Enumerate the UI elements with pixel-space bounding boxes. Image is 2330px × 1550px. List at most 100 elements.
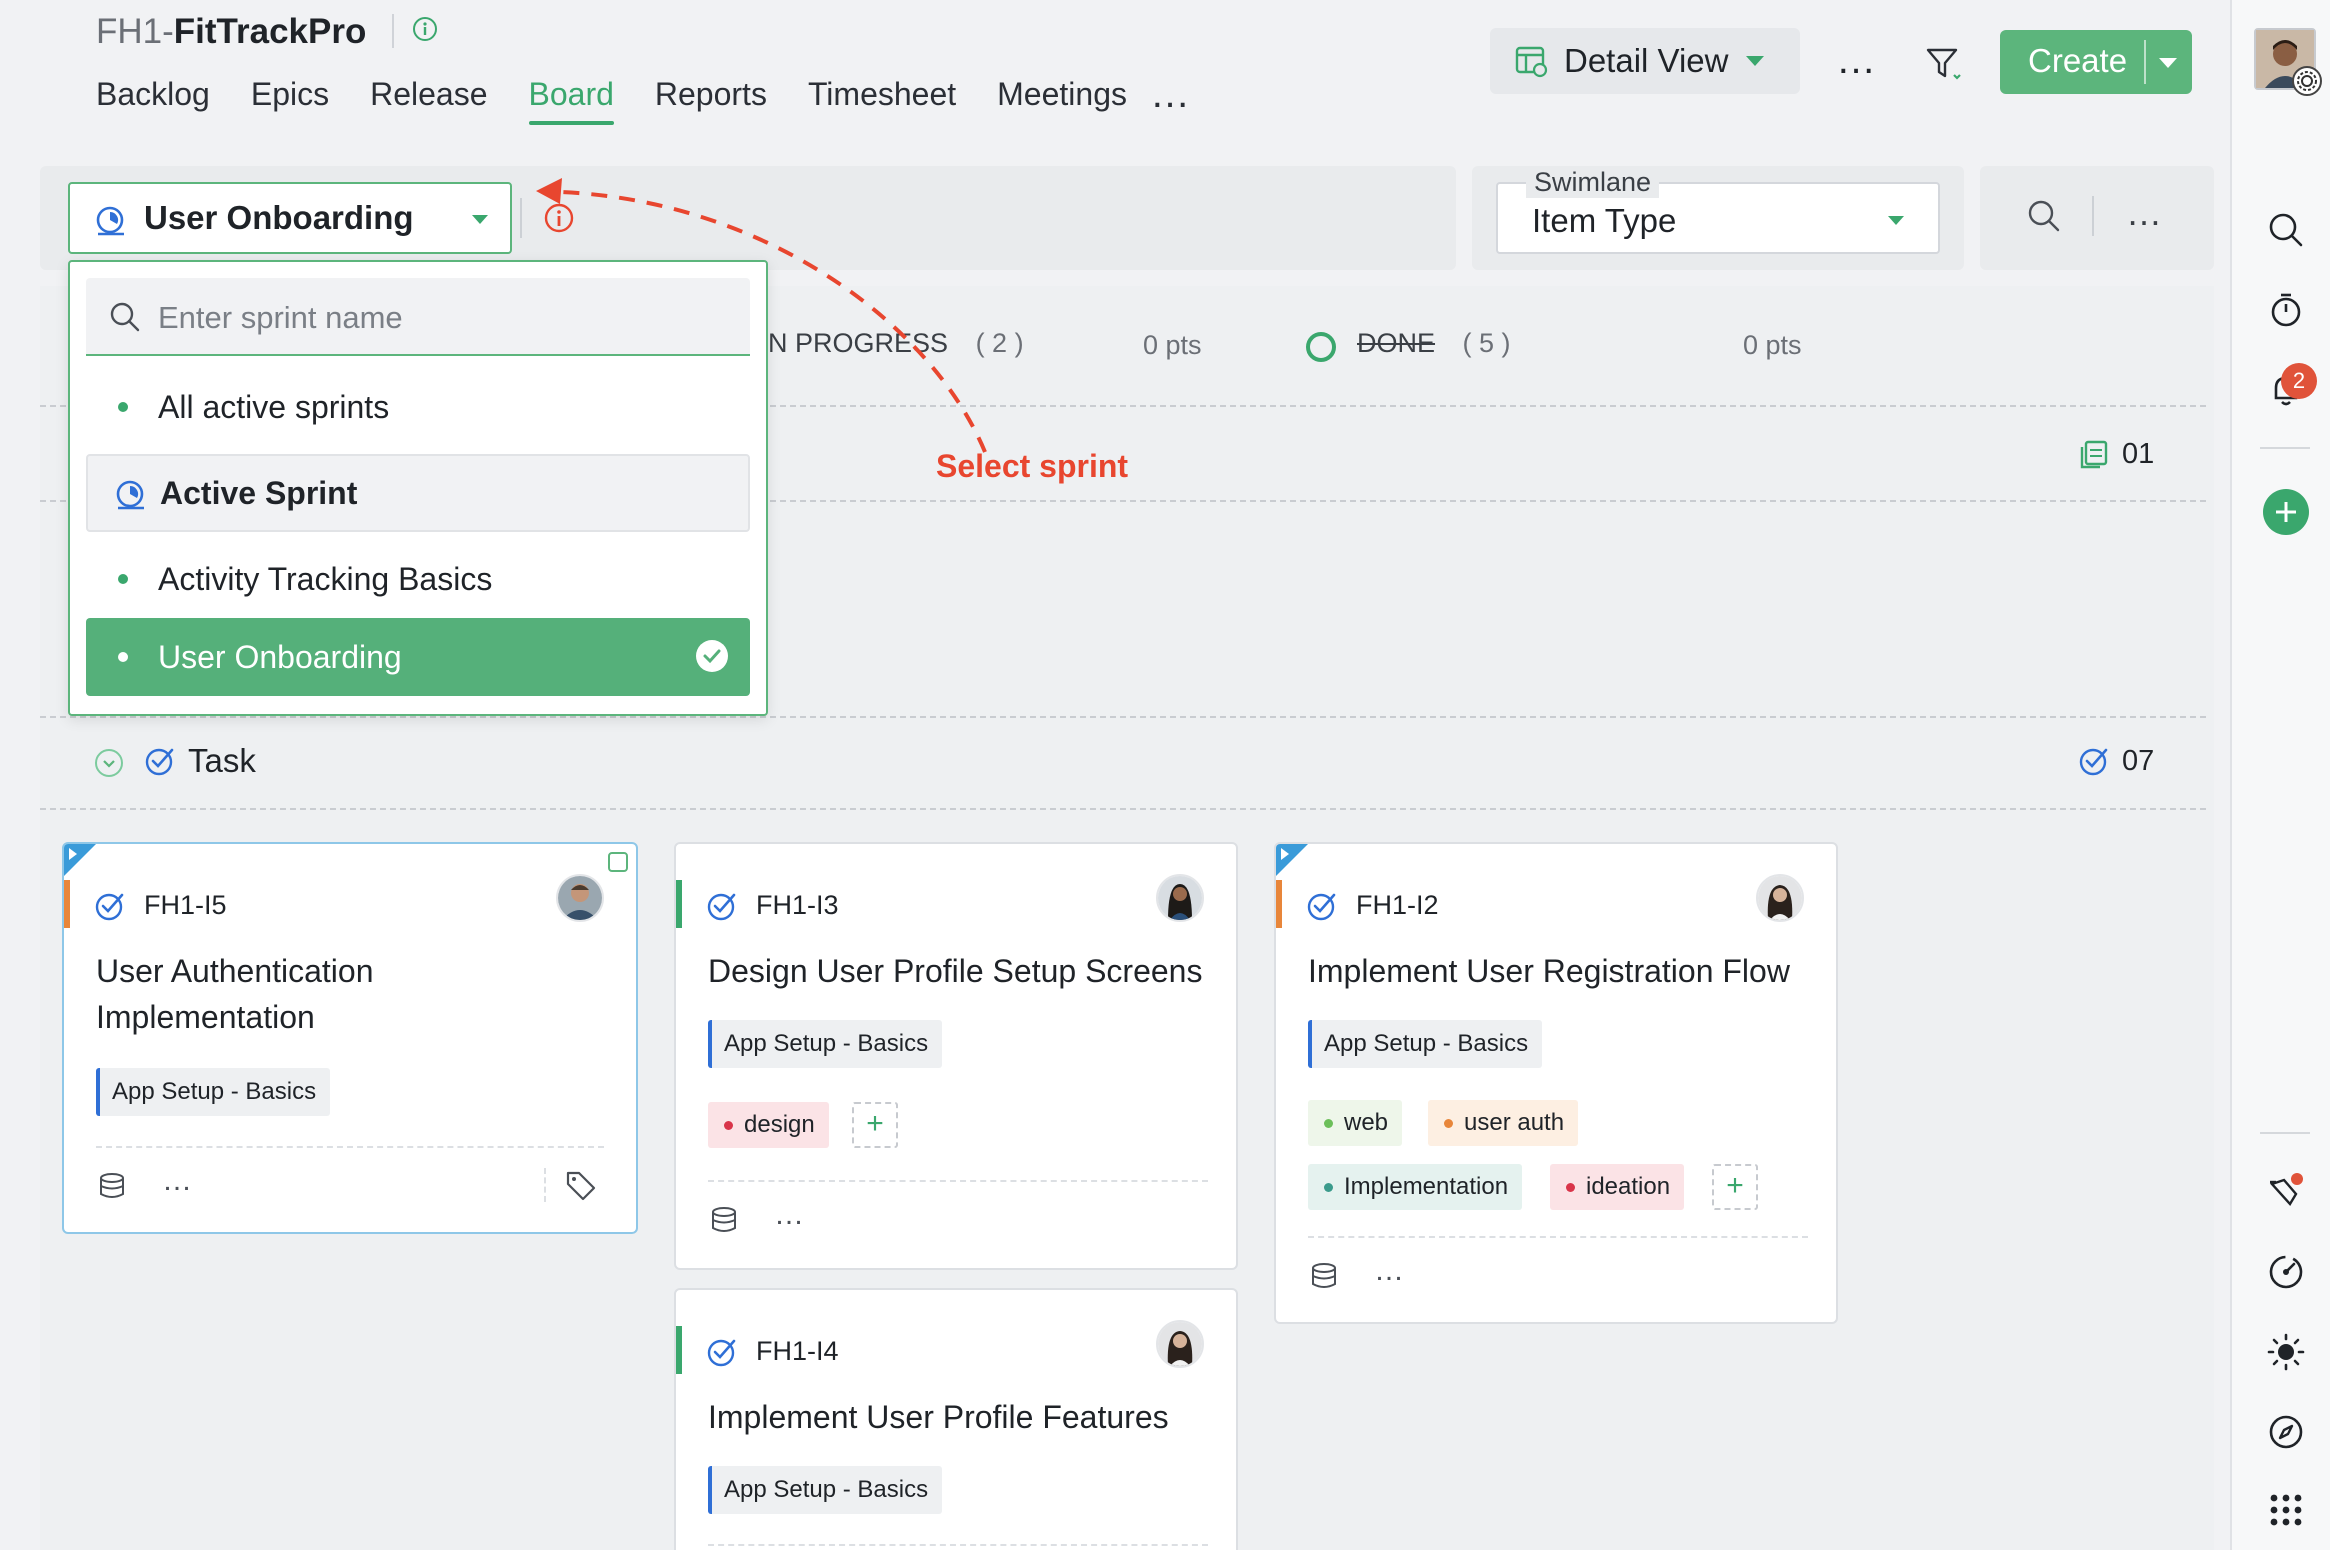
assignee-avatar[interactable] bbox=[1756, 874, 1804, 922]
database-icon[interactable] bbox=[96, 1170, 128, 1202]
notification-badge: 2 bbox=[2281, 363, 2317, 399]
sprint-search-input[interactable]: Enter sprint name bbox=[86, 278, 750, 356]
quick-add-button[interactable] bbox=[2263, 489, 2309, 535]
priority-stripe bbox=[1276, 880, 1282, 928]
nav-board[interactable]: Board bbox=[528, 70, 615, 125]
database-icon[interactable] bbox=[708, 1204, 740, 1236]
more-options-button[interactable]: … bbox=[1836, 36, 1876, 84]
add-label-button[interactable]: + bbox=[852, 1102, 898, 1148]
dashboard-gauge-icon[interactable] bbox=[2266, 1252, 2306, 1292]
lane-collapse-toggle[interactable] bbox=[95, 749, 123, 777]
label-chip[interactable]: ideation bbox=[1550, 1164, 1685, 1210]
nav-backlog[interactable]: Backlog bbox=[96, 70, 210, 122]
lane-title-task: Task bbox=[188, 742, 256, 779]
task-check-icon bbox=[707, 1339, 736, 1367]
card-title[interactable]: Implement User Profile Features bbox=[708, 1394, 1218, 1440]
label-chip[interactable]: Implementation bbox=[1308, 1164, 1523, 1210]
epic-chip[interactable]: App Setup - Basics bbox=[708, 1020, 943, 1068]
column-done-count: ( 5 ) bbox=[1462, 328, 1511, 358]
work-item-card[interactable]: FH1-I5 User Authentication Implementatio… bbox=[62, 842, 638, 1234]
card-id[interactable]: FH1-I5 bbox=[144, 890, 227, 921]
timer-icon[interactable] bbox=[2266, 290, 2306, 330]
card-title[interactable]: Implement User Registration Flow bbox=[1308, 948, 1818, 994]
sprint-option-user-onboarding[interactable]: User Onboarding bbox=[86, 618, 750, 696]
view-switcher-label: Detail View bbox=[1564, 42, 1729, 79]
card-footer-divider bbox=[708, 1544, 1208, 1546]
sprint-group-label: Active Sprint bbox=[160, 475, 358, 511]
card-title-line: Implementation bbox=[96, 999, 315, 1035]
assignee-avatar[interactable] bbox=[1156, 1320, 1204, 1368]
nav-release[interactable]: Release bbox=[370, 70, 487, 122]
whats-new-icon[interactable] bbox=[2266, 1170, 2306, 1210]
user-avatar[interactable] bbox=[2254, 28, 2322, 96]
column-done-points: 0 pts bbox=[1743, 330, 1802, 360]
card-footer-divider bbox=[1308, 1236, 1808, 1238]
board-more-button[interactable]: … bbox=[2126, 192, 2162, 234]
lane-divider bbox=[40, 716, 2206, 718]
sprint-icon bbox=[96, 206, 124, 236]
epic-chip[interactable]: App Setup - Basics bbox=[1308, 1020, 1543, 1068]
create-button-label: Create bbox=[2028, 42, 2128, 79]
work-item-card[interactable]: FH1-I4 Implement User Profile Features A… bbox=[674, 1288, 1238, 1550]
create-button[interactable]: Create bbox=[2000, 30, 2192, 94]
check-icon bbox=[696, 640, 728, 672]
card-title[interactable]: User Authentication Implementation bbox=[96, 948, 616, 1040]
annotation-label: Select sprint bbox=[936, 448, 1129, 484]
rail-divider bbox=[2260, 1132, 2310, 1134]
label-chip[interactable]: user auth bbox=[1428, 1100, 1579, 1146]
card-id[interactable]: FH1-I3 bbox=[756, 890, 839, 921]
sprint-info-icon[interactable] bbox=[543, 202, 575, 234]
nav-epics[interactable]: Epics bbox=[251, 70, 329, 122]
search-icon bbox=[110, 302, 140, 332]
database-icon[interactable] bbox=[1308, 1260, 1340, 1292]
settings-gear-icon[interactable] bbox=[2292, 66, 2322, 96]
global-search-icon[interactable] bbox=[2266, 210, 2306, 250]
sprint-option-label: Activity Tracking Basics bbox=[158, 561, 493, 597]
view-switcher[interactable]: Detail View bbox=[1490, 28, 1800, 94]
priority-stripe bbox=[676, 1326, 682, 1374]
create-button-divider bbox=[2144, 40, 2146, 84]
toolbar-divider bbox=[520, 198, 522, 238]
sprint-selector[interactable]: User Onboarding bbox=[68, 182, 512, 254]
status-dot bbox=[118, 652, 128, 662]
card-select-checkbox[interactable] bbox=[606, 850, 630, 874]
detail-view-icon bbox=[1515, 46, 1548, 78]
card-more-button[interactable]: … bbox=[162, 1164, 193, 1198]
card-more-button[interactable]: … bbox=[1374, 1254, 1405, 1288]
assignee-avatar[interactable] bbox=[556, 874, 604, 922]
assignee-avatar[interactable] bbox=[1156, 874, 1204, 922]
add-label-button[interactable]: + bbox=[1712, 1164, 1758, 1210]
swimlane-legend: Swimlane bbox=[1526, 166, 1660, 198]
status-dot bbox=[118, 402, 128, 412]
tag-icon[interactable] bbox=[564, 1168, 598, 1202]
story-lane-icon bbox=[2080, 440, 2108, 469]
label-chip[interactable]: design bbox=[708, 1102, 829, 1148]
card-more-button[interactable]: … bbox=[774, 1198, 805, 1232]
priority-stripe bbox=[64, 880, 70, 928]
sprint-option-activity-tracking[interactable]: Activity Tracking Basics bbox=[86, 540, 750, 618]
filter-icon[interactable] bbox=[1924, 44, 1964, 84]
nav-reports[interactable]: Reports bbox=[655, 70, 767, 122]
epic-chip[interactable]: App Setup - Basics bbox=[708, 1466, 943, 1514]
label-chip[interactable]: web bbox=[1308, 1100, 1403, 1146]
sprint-option-all-active[interactable]: All active sprints bbox=[86, 368, 750, 446]
card-title[interactable]: Design User Profile Setup Screens bbox=[708, 948, 1218, 994]
epic-chip[interactable]: App Setup - Basics bbox=[96, 1068, 331, 1116]
work-item-card[interactable]: FH1-I2 Implement User Registration Flow … bbox=[1274, 842, 1838, 1324]
card-id[interactable]: FH1-I4 bbox=[756, 1336, 839, 1367]
project-info-icon[interactable] bbox=[411, 15, 439, 43]
nav-timesheet[interactable]: Timesheet bbox=[808, 70, 956, 122]
toolbar-divider bbox=[2092, 196, 2094, 236]
compass-icon[interactable] bbox=[2266, 1412, 2306, 1452]
nav-meetings[interactable]: Meetings bbox=[997, 70, 1127, 122]
work-item-card[interactable]: FH1-I3 Design User Profile Setup Screens… bbox=[674, 842, 1238, 1270]
nav-more-button[interactable]: … bbox=[1150, 70, 1191, 118]
theme-sun-icon[interactable] bbox=[2266, 1332, 2306, 1372]
apps-grid-icon[interactable] bbox=[2266, 1490, 2306, 1530]
chevron-down-icon bbox=[1888, 216, 1904, 225]
board-search-icon[interactable] bbox=[2026, 198, 2062, 234]
create-dropdown-icon[interactable] bbox=[2159, 58, 2177, 68]
card-id[interactable]: FH1-I2 bbox=[1356, 890, 1439, 921]
chevron-down-icon bbox=[472, 215, 488, 224]
title-divider bbox=[392, 14, 394, 48]
